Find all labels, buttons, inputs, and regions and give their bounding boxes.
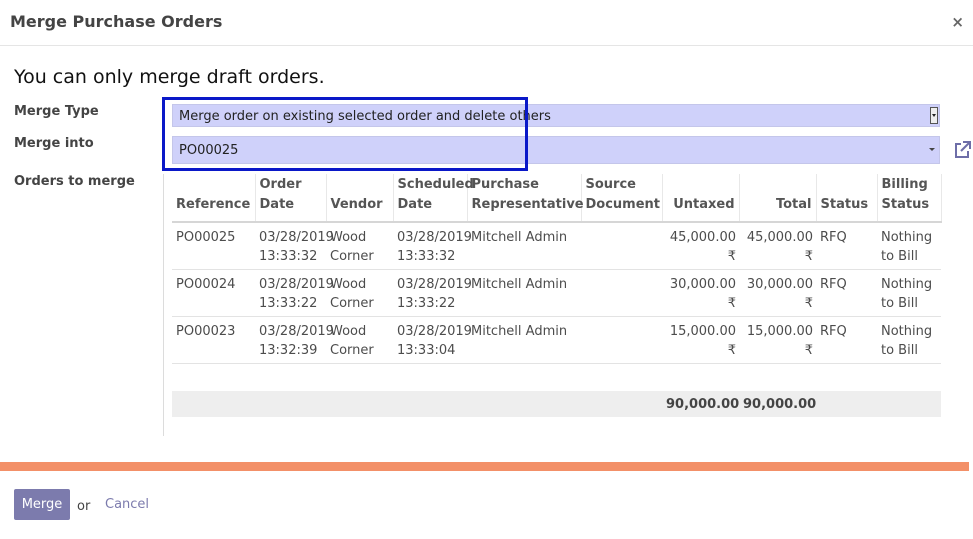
- select-caret-icon[interactable]: [930, 107, 938, 124]
- cell-billing-status: Nothing to Bill: [877, 269, 941, 317]
- total-total: 90,000.00: [739, 391, 816, 417]
- cell-scheduled-date: 03/28/2019 13:33:32: [393, 222, 472, 270]
- merge-type-value: Merge order on existing selected order a…: [179, 109, 551, 124]
- col-vendor[interactable]: Vendor: [326, 174, 394, 223]
- dialog-header: Merge Purchase Orders ×: [0, 0, 973, 46]
- col-purchase-rep[interactable]: Purchase Representative: [467, 174, 584, 223]
- or-text: or: [77, 499, 91, 514]
- cell-scheduled-date: 03/28/2019 13:33:22: [393, 269, 472, 317]
- table-row[interactable]: PO00023 03/28/2019 13:32:39 Wood Corner 03…: [172, 316, 941, 364]
- cell-untaxed: 45,000.00 ₹: [662, 222, 739, 270]
- cancel-link[interactable]: Cancel: [105, 497, 149, 512]
- empty-row: [172, 363, 941, 391]
- cell-purchase-rep: Mitchell Admin: [467, 269, 581, 317]
- cell-purchase-rep: Mitchell Admin: [467, 316, 581, 364]
- cell-reference: PO00025: [172, 222, 255, 270]
- cell-total: 15,000.00 ₹: [739, 316, 816, 364]
- merge-into-value: PO00025: [179, 143, 239, 158]
- cell-status: RFQ: [816, 316, 877, 364]
- cell-reference: PO00024: [172, 269, 255, 317]
- col-billing-status[interactable]: Billing Status: [877, 174, 942, 223]
- cell-order-date: 03/28/2019 13:33:32: [255, 222, 334, 270]
- orders-table: Reference Order Date Vendor Scheduled Date…: [172, 174, 942, 417]
- table-row[interactable]: PO00024 03/28/2019 13:33:22 Wood Corner 03…: [172, 269, 941, 317]
- cell-order-date: 03/28/2019 13:32:39: [255, 316, 334, 364]
- close-icon[interactable]: ×: [951, 13, 964, 31]
- merge-into-field[interactable]: PO00025: [172, 136, 940, 164]
- total-untaxed: 90,000.00: [662, 391, 739, 417]
- orders-to-merge-label: Orders to merge: [14, 174, 135, 189]
- cell-source-document: [581, 222, 662, 270]
- col-total[interactable]: Total: [739, 174, 817, 223]
- cell-total: 45,000.00 ₹: [739, 222, 816, 270]
- col-order-date[interactable]: Order Date: [255, 174, 327, 223]
- cell-scheduled-date: 03/28/2019 13:33:04: [393, 316, 472, 364]
- cell-status: RFQ: [816, 222, 877, 270]
- cell-source-document: [581, 316, 662, 364]
- merge-button[interactable]: Merge: [14, 489, 70, 520]
- col-scheduled-date[interactable]: Scheduled Date: [393, 174, 474, 223]
- col-source-document[interactable]: Source Document: [581, 174, 663, 223]
- col-reference[interactable]: Reference: [172, 174, 256, 223]
- cell-source-document: [581, 269, 662, 317]
- merge-into-label: Merge into: [14, 136, 94, 151]
- cell-vendor: Wood Corner: [326, 222, 393, 270]
- table-row[interactable]: PO00025 03/28/2019 13:33:32 Wood Corner 03…: [172, 222, 941, 270]
- totals-row: 90,000.00 90,000.00: [172, 391, 941, 417]
- cell-billing-status: Nothing to Bill: [877, 316, 941, 364]
- field-divider: [163, 174, 164, 436]
- col-status[interactable]: Status: [816, 174, 878, 223]
- cell-billing-status: Nothing to Bill: [877, 222, 941, 270]
- merge-type-select[interactable]: Merge order on existing selected order a…: [172, 104, 940, 127]
- cell-untaxed: 30,000.00 ₹: [662, 269, 739, 317]
- merge-type-label: Merge Type: [14, 104, 99, 119]
- dropdown-arrow-icon[interactable]: [929, 148, 935, 151]
- cell-vendor: Wood Corner: [326, 269, 393, 317]
- footer-separator: [0, 462, 969, 471]
- table-header-row: Reference Order Date Vendor Scheduled Date…: [172, 174, 942, 223]
- cell-total: 30,000.00 ₹: [739, 269, 816, 317]
- warning-message: You can only merge draft orders.: [14, 66, 325, 88]
- cell-vendor: Wood Corner: [326, 316, 393, 364]
- cell-reference: PO00023: [172, 316, 255, 364]
- cell-order-date: 03/28/2019 13:33:22: [255, 269, 334, 317]
- cell-status: RFQ: [816, 269, 877, 317]
- dialog-title: Merge Purchase Orders: [10, 12, 223, 31]
- external-link-icon[interactable]: [952, 140, 972, 160]
- cell-untaxed: 15,000.00 ₹: [662, 316, 739, 364]
- cell-purchase-rep: Mitchell Admin: [467, 222, 581, 270]
- col-untaxed[interactable]: Untaxed: [662, 174, 740, 223]
